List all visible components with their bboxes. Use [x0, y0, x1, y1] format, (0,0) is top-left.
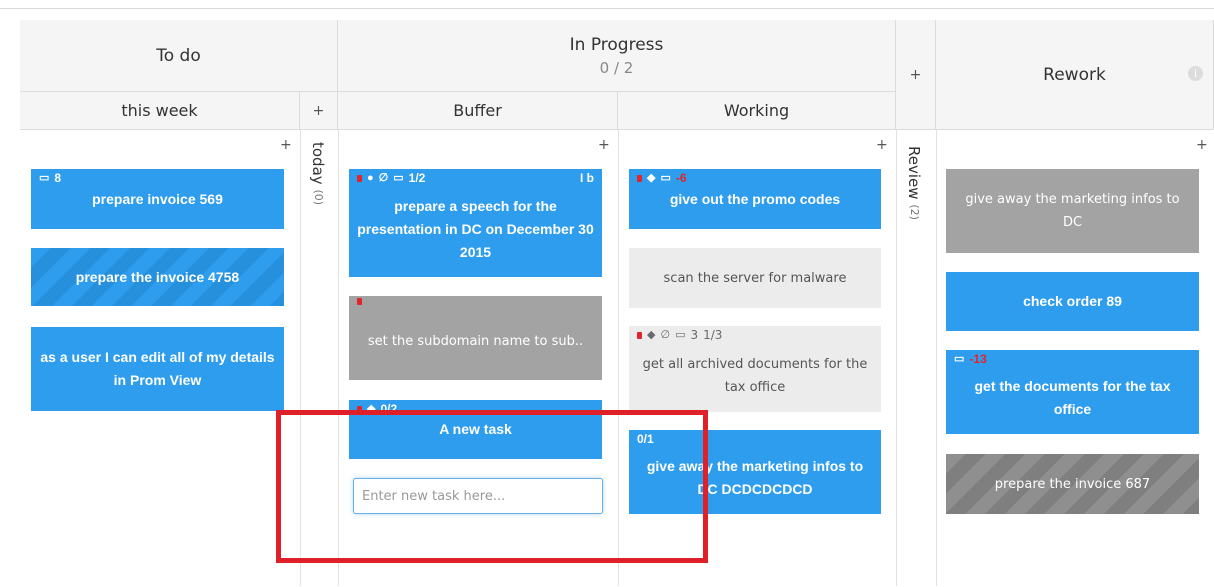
task-card[interactable]: check order 89 — [946, 272, 1199, 331]
card-meta-value: -13 — [969, 352, 987, 366]
card-meta: ◆ ▭ -6 — [637, 171, 687, 185]
calendar-icon: ▭ — [675, 328, 686, 341]
subcolumn-title-this-week: this week — [121, 101, 198, 120]
card-meta: ▭ 8 — [39, 171, 61, 185]
card-title: give out the promo codes — [669, 190, 841, 207]
add-subcolumn-button[interactable]: + — [300, 92, 338, 130]
add-card-plus-icon[interactable]: + — [598, 138, 610, 152]
priority-flag-icon — [357, 174, 362, 182]
priority-flag-icon — [357, 298, 362, 305]
task-card[interactable]: as a user I can edit all of my details i… — [31, 327, 284, 411]
card-title: check order 89 — [1023, 293, 1122, 309]
subcolumn-header-this-week[interactable]: this week — [20, 92, 300, 130]
priority-flag-icon — [637, 331, 642, 339]
card-meta-value: -6 — [675, 171, 687, 185]
card-title: prepare invoice 569 — [92, 190, 223, 207]
add-card-plus-icon[interactable]: + — [280, 138, 292, 152]
column-count-today: (0) — [312, 189, 325, 206]
info-icon[interactable]: i — [1188, 66, 1203, 81]
card-title: get the documents for the tax office — [974, 378, 1171, 417]
subcolumn-title-buffer: Buffer — [453, 101, 502, 120]
plus-icon: + — [909, 66, 922, 83]
comment-icon: ● — [367, 172, 374, 184]
task-card[interactable]: ● ∅ ▭ 1/2 I b prepare a speech for the p… — [349, 169, 602, 277]
column-header-in-progress[interactable]: In Progress 0 / 2 — [338, 20, 896, 92]
card-title: scan the server for malware — [663, 270, 847, 286]
card-title: as a user I can edit all of my details i… — [40, 349, 275, 388]
column-title-today: today — [309, 142, 327, 185]
attachment-icon: ∅ — [378, 172, 389, 184]
task-card[interactable]: prepare the invoice 687 — [946, 454, 1199, 514]
column-count-review: (2) — [908, 204, 921, 220]
card-meta: ● ∅ ▭ 1/2 — [357, 171, 425, 185]
calendar-icon: ▭ — [393, 172, 404, 184]
plus-icon: + — [312, 102, 325, 119]
column-divider — [936, 130, 937, 586]
card-title: prepare the invoice 4758 — [75, 268, 240, 285]
tag-icon: ◆ — [647, 328, 656, 341]
task-card[interactable]: prepare the invoice 4758 — [31, 248, 284, 306]
card-meta-right: I b — [580, 171, 594, 185]
card-meta — [357, 298, 362, 305]
collapsed-column-review[interactable]: Review (2) — [905, 146, 923, 220]
add-card-plus-icon[interactable]: + — [1196, 138, 1208, 152]
attachment-icon: ∅ — [660, 328, 671, 341]
card-title: set the subdomain name to sub.. — [367, 333, 584, 349]
card-title: prepare a speech for the presentation in… — [357, 197, 594, 260]
calendar-icon: ▭ — [954, 353, 965, 365]
add-column-button[interactable]: + — [896, 20, 936, 130]
column-divider — [896, 130, 897, 586]
column-header-rework[interactable]: Rework — [936, 20, 1214, 130]
card-meta-value: 1/2 — [408, 171, 426, 185]
task-card[interactable]: ◆ ▭ -6 give out the promo codes — [629, 169, 881, 229]
card-title: prepare the invoice 687 — [994, 476, 1151, 492]
card-meta: ◆ ∅ ▭ 3 1/3 — [637, 328, 722, 342]
calendar-icon: ▭ — [660, 172, 671, 184]
collapsed-column-today[interactable]: today (0) — [309, 142, 327, 205]
priority-flag-icon — [637, 174, 642, 182]
card-meta-value: 8 — [54, 171, 62, 185]
wip-limit: 0 / 2 — [599, 58, 634, 77]
task-card[interactable]: ◆ ∅ ▭ 3 1/3 get all archived documents f… — [629, 326, 881, 412]
card-meta: ▭ -13 — [954, 352, 987, 366]
column-title-rework: Rework — [1043, 64, 1106, 85]
subcolumn-header-buffer[interactable]: Buffer — [338, 92, 618, 130]
column-title-todo: To do — [156, 45, 201, 66]
card-meta-value: 1/3 — [703, 328, 723, 342]
card-meta-value: 3 — [690, 328, 699, 342]
card-title: give away the marketing infos to DC — [965, 192, 1180, 230]
subcolumn-header-working[interactable]: Working — [618, 92, 896, 130]
column-header-todo[interactable]: To do — [20, 20, 338, 92]
highlight-annotation — [276, 410, 708, 563]
column-title-in-progress: In Progress — [569, 34, 664, 55]
add-card-plus-icon[interactable]: + — [876, 138, 888, 152]
task-card[interactable]: ▭ 8 prepare invoice 569 — [31, 169, 284, 229]
calendar-icon: ▭ — [39, 172, 50, 184]
card-title: get all archived documents for the tax o… — [642, 357, 868, 395]
task-card[interactable]: set the subdomain name to sub.. — [349, 296, 602, 380]
task-card[interactable]: scan the server for malware — [629, 248, 881, 308]
column-title-review: Review — [905, 146, 923, 200]
tag-icon: ◆ — [647, 172, 656, 184]
task-card[interactable]: ▭ -13 get the documents for the tax offi… — [946, 350, 1199, 434]
task-card[interactable]: give away the marketing infos to DC — [946, 169, 1199, 253]
subcolumn-title-working: Working — [723, 101, 790, 120]
